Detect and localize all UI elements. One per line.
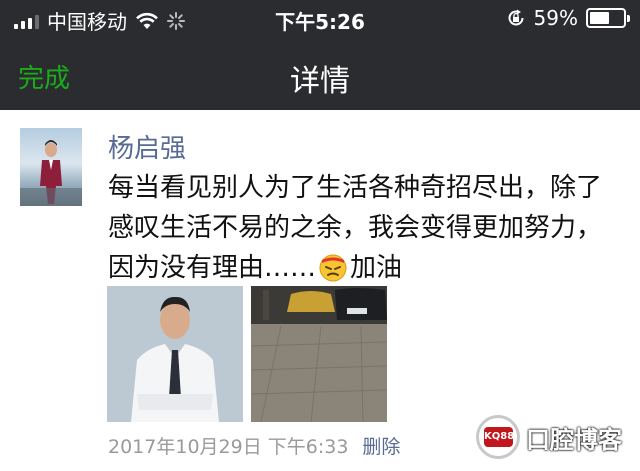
avatar-image <box>20 140 82 206</box>
watermark-logo-icon: KQ88 <box>476 415 520 459</box>
watermark-badge-text: KQ88 <box>484 427 514 447</box>
post-text: 每当看见别人为了生活各种奇招尽出，除了感叹生活不易的之余，我会变得更加努力，因为… <box>108 168 618 288</box>
avatar[interactable] <box>20 128 82 206</box>
fighting-emoji <box>319 254 347 281</box>
post-text-tail: 加油 <box>350 253 403 283</box>
rotation-lock-icon <box>508 9 524 26</box>
battery-fill <box>590 12 609 24</box>
delete-link[interactable]: 删除 <box>362 436 400 458</box>
portrait-photo[interactable] <box>107 286 243 422</box>
author-name[interactable]: 杨启强 <box>108 128 186 165</box>
top-bar: 中国移动 下午5:26 59% 完成 详情 <box>0 0 640 110</box>
watermark-text: 口腔博客 <box>526 425 622 454</box>
post-date: 2017年10月29日 下午6:33 <box>108 436 349 458</box>
battery-icon <box>586 8 630 28</box>
post-detail: 杨启强 每当看见别人为了生活各种奇招尽出，除了感叹生活不易的之余，我会变得更加努… <box>0 110 640 471</box>
nav-bar: 完成 详情 <box>0 50 640 100</box>
post-meta: 2017年10月29日 下午6:33 删除 <box>108 432 400 459</box>
watermark: KQ88 口腔博客 <box>476 415 622 459</box>
battery-percent: 59% <box>533 6 578 30</box>
page-title: 详情 <box>290 64 350 99</box>
street-night-photo[interactable] <box>251 286 387 422</box>
status-right: 59% <box>506 6 630 30</box>
status-bar: 中国移动 下午5:26 59% <box>0 0 640 36</box>
